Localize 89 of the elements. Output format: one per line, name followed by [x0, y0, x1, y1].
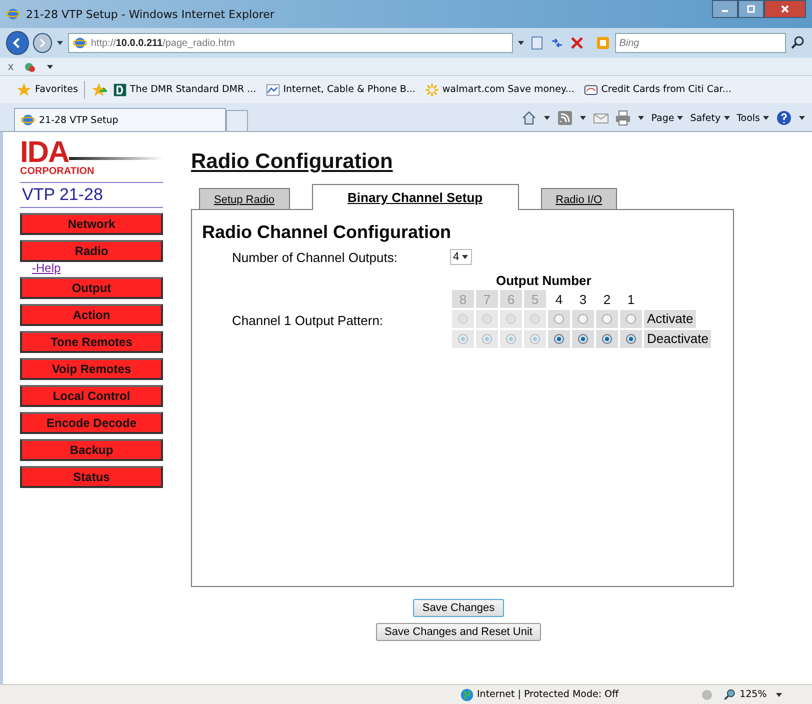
- favorites-button[interactable]: Favorites: [16, 82, 78, 98]
- row-label: Deactivate: [644, 330, 712, 348]
- close-toolbar-button[interactable]: x: [8, 60, 14, 72]
- channel-count-dropdown[interactable]: 4: [450, 249, 472, 265]
- favorite-link[interactable]: Internet, Cable & Phone B...: [266, 82, 416, 96]
- window-title: 21-28 VTP Setup - Windows Internet Explorer: [26, 8, 274, 20]
- feed-icon[interactable]: [557, 110, 574, 126]
- nav-button[interactable]: Backup: [20, 439, 163, 461]
- browser-logo-icon: [6, 7, 20, 21]
- caret-icon[interactable]: [798, 114, 806, 122]
- security-zone: Internet | Protected Mode: Off: [460, 688, 619, 702]
- toolbar-menu[interactable]: Tools: [736, 112, 770, 124]
- output-number: 7: [476, 290, 498, 308]
- radio-button[interactable]: [554, 314, 564, 324]
- toolbar-menu[interactable]: Safety: [690, 112, 731, 124]
- section-title: Radio Channel Configuration: [202, 222, 452, 243]
- star-icon: [16, 82, 32, 98]
- company-logo: IDA CORPORATION: [20, 140, 163, 183]
- help-link[interactable]: -Help: [20, 261, 163, 275]
- field-label: Channel 1 Output Pattern:: [232, 313, 384, 328]
- page-title: Radio Configuration: [191, 150, 394, 174]
- caret-icon: [676, 114, 684, 122]
- caret-icon[interactable]: [774, 690, 783, 698]
- output-number: 6: [500, 290, 522, 308]
- maximize-icon: [746, 4, 756, 14]
- output-number: 5: [524, 290, 546, 308]
- output-number: 8: [452, 290, 474, 308]
- radio-button[interactable]: [578, 334, 588, 344]
- radio-button[interactable]: [602, 334, 612, 344]
- maximize-button[interactable]: [738, 0, 764, 18]
- search-provider-icon[interactable]: [595, 35, 612, 51]
- stop-icon[interactable]: [569, 35, 586, 51]
- favorite-link[interactable]: Credit Cards from Citi Car...: [584, 82, 732, 96]
- browser-logo-icon: [72, 36, 87, 50]
- caret-icon[interactable]: [543, 114, 552, 122]
- close-button[interactable]: [764, 0, 806, 18]
- globe-icon: [460, 688, 474, 702]
- nav-button[interactable]: Output: [20, 277, 163, 299]
- nav-button[interactable]: Local Control: [20, 385, 163, 407]
- nav-button[interactable]: Status: [20, 466, 163, 488]
- magnifier-icon: [722, 688, 737, 702]
- browser-tab[interactable]: 21-28 VTP Setup: [14, 108, 226, 131]
- caret-icon[interactable]: [637, 114, 646, 122]
- zoom-level[interactable]: 125%: [722, 688, 767, 702]
- nav-button[interactable]: Network: [20, 213, 163, 235]
- caret-icon: [762, 114, 770, 122]
- radio-button[interactable]: [578, 314, 588, 324]
- radio-button[interactable]: [626, 334, 636, 344]
- help-icon[interactable]: [776, 110, 792, 126]
- browser-logo-icon: [21, 113, 35, 127]
- home-icon[interactable]: [521, 110, 538, 126]
- favorite-link[interactable]: walmart.com Save money...: [425, 82, 574, 96]
- radio-button[interactable]: [554, 334, 564, 344]
- favorite-link[interactable]: The DMR Standard DMR ...: [112, 82, 256, 96]
- back-button[interactable]: [6, 31, 29, 55]
- caret-icon[interactable]: [517, 39, 526, 47]
- row-label: Activate: [644, 310, 696, 328]
- field-label: Number of Channel Outputs:: [232, 250, 398, 264]
- nav-button[interactable]: Radio: [20, 240, 163, 262]
- forward-button[interactable]: [32, 33, 52, 53]
- save-button[interactable]: Save Changes and Reset Unit: [376, 623, 542, 641]
- sunburst-icon: [425, 82, 440, 96]
- toolbar-menu[interactable]: Page: [651, 112, 684, 124]
- tab[interactable]: Radio I/O: [540, 188, 618, 210]
- search-field[interactable]: Bing: [615, 33, 786, 53]
- caret-icon[interactable]: [46, 62, 54, 70]
- grid-heading: Output Number: [495, 273, 592, 288]
- radio-button[interactable]: [602, 314, 612, 324]
- nav-button[interactable]: Tone Remotes: [20, 331, 163, 353]
- tab[interactable]: Binary Channel Setup: [312, 184, 519, 210]
- card-icon: [584, 82, 598, 96]
- nav-button[interactable]: Encode Decode: [20, 412, 163, 434]
- caret-icon: [461, 253, 470, 261]
- print-icon[interactable]: [615, 110, 632, 126]
- device-name: VTP 21-28: [20, 185, 163, 208]
- nav-button[interactable]: Action: [20, 304, 163, 326]
- caret-icon[interactable]: [579, 114, 588, 122]
- letter-d-icon: [112, 82, 127, 96]
- save-button[interactable]: Save Changes: [413, 599, 504, 617]
- close-icon: [780, 4, 790, 14]
- radio-button[interactable]: [626, 314, 636, 324]
- caret-icon: [722, 114, 731, 122]
- caret-icon[interactable]: [56, 39, 64, 47]
- nav-button[interactable]: Voip Remotes: [20, 358, 163, 380]
- address-field[interactable]: http://10.0.0.211/page_radio.htm: [68, 33, 514, 53]
- add-favorite-icon[interactable]: [90, 82, 107, 98]
- tab[interactable]: Setup Radio: [199, 188, 290, 210]
- minimize-button[interactable]: [712, 0, 738, 18]
- search-icon[interactable]: [790, 35, 806, 51]
